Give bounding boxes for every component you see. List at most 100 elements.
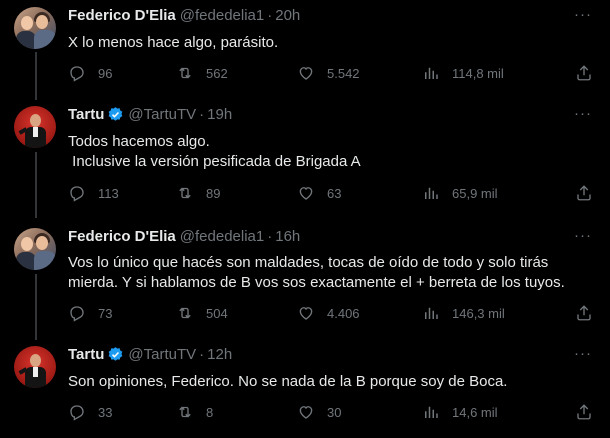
views-icon bbox=[425, 187, 438, 199]
views-icon bbox=[425, 67, 438, 79]
tweet[interactable]: Tartu @TartuTV · 19h ··· Todos hacemos a… bbox=[0, 100, 610, 218]
verified-badge-icon bbox=[109, 107, 123, 121]
reply-button[interactable]: 113 bbox=[68, 184, 119, 202]
reply-count: 113 bbox=[98, 185, 119, 201]
tweet-header: Tartu @TartuTV · 19h bbox=[68, 106, 232, 123]
like-count: 4.406 bbox=[327, 305, 360, 321]
retweet-icon bbox=[179, 406, 191, 418]
share-button[interactable] bbox=[575, 64, 593, 87]
heart-icon bbox=[299, 187, 313, 200]
view-count: 146,3 mil bbox=[452, 305, 505, 321]
more-icon[interactable]: ··· bbox=[574, 227, 592, 244]
tweet-text: X lo menos hace algo, parásito. bbox=[68, 34, 279, 51]
tweet-header: Tartu @TartuTV · 12h bbox=[68, 346, 232, 363]
views-button[interactable]: 14,6 mil bbox=[422, 403, 498, 421]
avatar[interactable] bbox=[14, 7, 56, 49]
timestamp[interactable]: 20h bbox=[275, 7, 300, 24]
heart-icon bbox=[299, 307, 313, 320]
tweet[interactable]: Federico D'Elia @fededelia1 · 16h ··· Vo… bbox=[0, 218, 610, 340]
views-button[interactable]: 146,3 mil bbox=[422, 304, 505, 322]
retweet-count: 504 bbox=[206, 305, 228, 321]
reply-count: 96 bbox=[98, 65, 113, 81]
author-handle[interactable]: @TartuTV bbox=[128, 106, 196, 123]
thread-line bbox=[35, 152, 37, 218]
share-icon bbox=[577, 305, 591, 321]
separator-dot: · bbox=[199, 106, 205, 123]
reply-icon bbox=[70, 66, 84, 82]
retweet-button[interactable]: 562 bbox=[176, 64, 228, 82]
like-count: 30 bbox=[327, 404, 342, 420]
tweet[interactable]: Tartu @TartuTV · 12h ··· Son opiniones, … bbox=[0, 340, 610, 438]
tweet-text: Vos lo único que hacés son maldades, toc… bbox=[68, 254, 565, 291]
action-bar: 96 562 5.542 114,8 mil bbox=[68, 64, 593, 84]
share-icon bbox=[577, 404, 591, 420]
share-icon bbox=[577, 185, 591, 201]
avatar[interactable] bbox=[14, 106, 56, 148]
retweet-icon bbox=[179, 67, 191, 79]
view-count: 65,9 mil bbox=[452, 185, 498, 201]
author-handle[interactable]: @fededelia1 bbox=[180, 7, 264, 24]
tweet-header: Federico D'Elia @fededelia1 · 16h bbox=[68, 228, 300, 245]
tweet-text: Son opiniones, Federico. No se nada de l… bbox=[68, 373, 508, 390]
action-bar: 73 504 4.406 146,3 mil bbox=[68, 304, 593, 324]
like-button[interactable]: 30 bbox=[297, 403, 341, 421]
thread-line bbox=[35, 274, 37, 340]
retweet-count: 8 bbox=[206, 404, 214, 420]
separator-dot: · bbox=[199, 346, 205, 363]
heart-icon bbox=[299, 406, 313, 419]
share-button[interactable] bbox=[575, 403, 593, 426]
more-icon[interactable]: ··· bbox=[574, 345, 592, 362]
tweet[interactable]: Federico D'Elia @fededelia1 · 20h ··· X … bbox=[0, 0, 610, 100]
retweet-button[interactable]: 8 bbox=[176, 403, 213, 421]
reply-button[interactable]: 96 bbox=[68, 64, 112, 82]
author-handle[interactable]: @TartuTV bbox=[128, 346, 196, 363]
more-icon[interactable]: ··· bbox=[574, 6, 592, 23]
reply-icon bbox=[70, 306, 84, 322]
retweet-icon bbox=[179, 307, 191, 319]
like-count: 5.542 bbox=[327, 65, 360, 81]
retweet-icon bbox=[179, 187, 191, 199]
separator-dot: · bbox=[267, 7, 273, 24]
share-button[interactable] bbox=[575, 304, 593, 327]
heart-icon bbox=[299, 67, 313, 80]
reply-icon bbox=[70, 186, 84, 202]
like-count: 63 bbox=[327, 185, 342, 201]
reply-icon bbox=[70, 405, 84, 421]
action-bar: 33 8 30 14,6 mil bbox=[68, 403, 593, 423]
author-name[interactable]: Tartu bbox=[68, 106, 104, 123]
retweet-count: 89 bbox=[206, 185, 221, 201]
author-name[interactable]: Tartu bbox=[68, 346, 104, 363]
action-bar: 113 89 63 65,9 mil bbox=[68, 184, 593, 204]
like-button[interactable]: 4.406 bbox=[297, 304, 360, 322]
reply-button[interactable]: 73 bbox=[68, 304, 112, 322]
author-handle[interactable]: @fededelia1 bbox=[180, 228, 264, 245]
author-name[interactable]: Federico D'Elia bbox=[68, 7, 176, 24]
retweet-button[interactable]: 504 bbox=[176, 304, 228, 322]
thread-line bbox=[35, 52, 37, 100]
timestamp[interactable]: 12h bbox=[207, 346, 232, 363]
views-icon bbox=[425, 406, 438, 418]
more-icon[interactable]: ··· bbox=[574, 105, 592, 122]
share-icon bbox=[577, 65, 591, 81]
views-button[interactable]: 114,8 mil bbox=[422, 64, 504, 82]
view-count: 14,6 mil bbox=[452, 404, 498, 420]
reply-button[interactable]: 33 bbox=[68, 403, 112, 421]
timestamp[interactable]: 19h bbox=[207, 106, 232, 123]
author-name[interactable]: Federico D'Elia bbox=[68, 228, 176, 245]
verified-badge-icon bbox=[109, 347, 123, 361]
retweet-button[interactable]: 89 bbox=[176, 184, 220, 202]
share-button[interactable] bbox=[575, 184, 593, 207]
separator-dot: · bbox=[267, 228, 273, 245]
view-count: 114,8 mil bbox=[452, 65, 504, 81]
like-button[interactable]: 63 bbox=[297, 184, 341, 202]
like-button[interactable]: 5.542 bbox=[297, 64, 360, 82]
views-button[interactable]: 65,9 mil bbox=[422, 184, 498, 202]
avatar[interactable] bbox=[14, 228, 56, 270]
views-icon bbox=[425, 307, 438, 319]
tweet-text: Todos hacemos algo. Inclusive la versión… bbox=[68, 133, 361, 170]
retweet-count: 562 bbox=[206, 65, 228, 81]
avatar[interactable] bbox=[14, 346, 56, 388]
reply-count: 73 bbox=[98, 305, 113, 321]
timestamp[interactable]: 16h bbox=[275, 228, 300, 245]
reply-count: 33 bbox=[98, 404, 113, 420]
